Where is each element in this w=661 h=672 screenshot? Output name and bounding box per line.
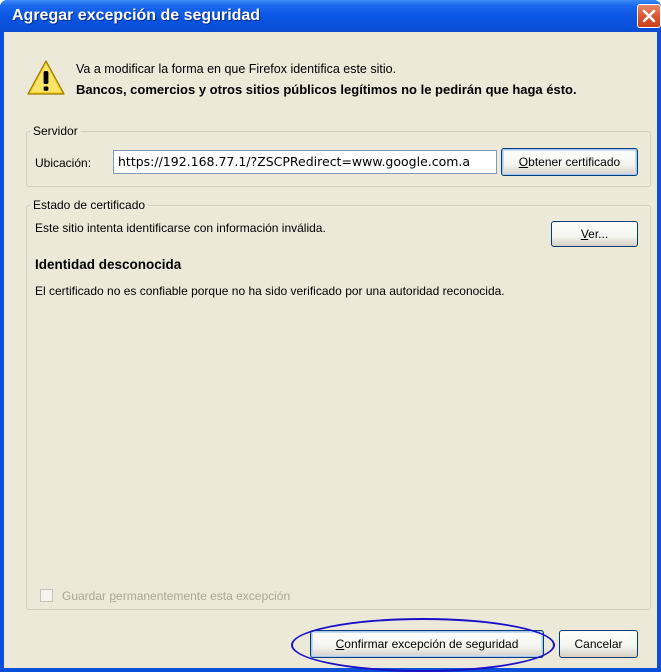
close-icon[interactable] <box>637 4 661 28</box>
view-certificate-button[interactable]: Ver... <box>551 221 638 247</box>
warning-icon <box>26 58 66 101</box>
confirm-accesskey: C <box>335 637 345 651</box>
confirm-label: onfirmar excepción de seguridad <box>344 637 519 651</box>
view-label: er... <box>588 227 609 241</box>
get-certificate-accesskey: O <box>518 155 529 169</box>
get-certificate-button[interactable]: Obtener certificado <box>501 148 638 176</box>
dialog-title: Agregar excepción de seguridad <box>12 7 261 24</box>
get-certificate-label: btener certificado <box>528 155 621 169</box>
location-label: Ubicación: <box>35 156 92 170</box>
certificate-status-detail: El certificado no es confiable porque no… <box>35 284 505 298</box>
certificate-info-text: Este sitio intenta identificarse con inf… <box>35 221 326 235</box>
certificate-status-heading: Identidad desconocida <box>35 257 182 272</box>
warning-message: Bancos, comercios y otros sitios público… <box>76 82 577 97</box>
cancel-button[interactable]: Cancelar <box>559 630 638 658</box>
info-message: Va a modificar la forma en que Firefox i… <box>76 62 397 76</box>
permanent-exception-checkbox[interactable] <box>40 589 53 602</box>
permanent-label-part2: ermanentemente esta excepción <box>116 589 291 603</box>
permanent-exception-label: Guardar permanentemente esta excepción <box>62 589 290 603</box>
permanent-label-part1: Guardar <box>62 589 110 603</box>
server-legend: Servidor <box>30 124 81 138</box>
certificate-status-legend: Estado de certificado <box>30 198 149 212</box>
location-input[interactable]: https://192.168.77.1/?ZSCPRedirect=www.g… <box>113 150 497 174</box>
title-bar[interactable]: Agregar excepción de seguridad <box>0 0 661 32</box>
confirm-exception-button[interactable]: Confirmar excepción de seguridad <box>310 630 544 658</box>
